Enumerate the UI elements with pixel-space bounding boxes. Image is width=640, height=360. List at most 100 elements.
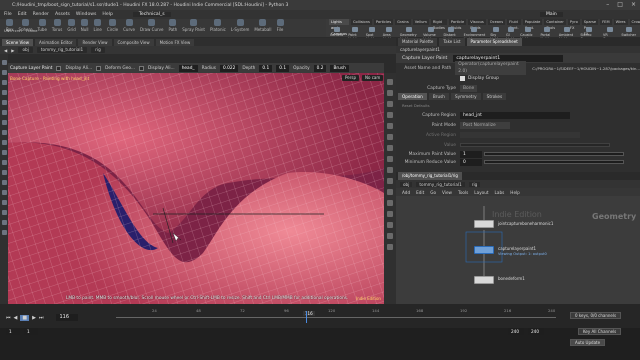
main-label[interactable]: Main — [540, 12, 563, 17]
viewport-tool-icon[interactable] — [1, 110, 7, 115]
tab-animation-editor[interactable]: Animation Editor — [34, 38, 77, 46]
shelf-item-frame[interactable]: Frame — [26, 29, 37, 33]
shelf-tool-platonic[interactable]: Platonic — [210, 19, 226, 32]
shelf-tool-l-system[interactable]: L-System — [231, 19, 249, 32]
param-breadcrumb[interactable]: capturelayerpaint1 — [400, 47, 440, 52]
viewport-tool-icon[interactable] — [1, 180, 7, 185]
viewport-tool-icon[interactable] — [1, 80, 7, 85]
camera-menu[interactable]: No cam — [362, 75, 384, 81]
viewport-render[interactable] — [8, 73, 384, 304]
play-icon[interactable]: ▶ — [32, 315, 36, 321]
shelf-tab-particle-fluids[interactable]: Particle Fluids — [448, 19, 467, 30]
display-option-icon[interactable] — [387, 90, 393, 96]
subtab-brush[interactable]: Brush — [428, 93, 449, 100]
menu-file[interactable]: File — [4, 12, 12, 17]
shelf-item-uns-crv[interactable]: UNS+crv — [4, 29, 20, 33]
shelf-tool-draw-curve[interactable]: Draw Curve — [140, 19, 163, 32]
tab-composite-view[interactable]: Composite View — [113, 38, 154, 46]
minimize-icon[interactable]: – — [606, 1, 609, 8]
viewport-tool-icon[interactable] — [1, 170, 7, 175]
frame-field[interactable]: 116 — [56, 314, 79, 321]
subtab-operation[interactable]: Operation — [398, 93, 427, 100]
menu-render[interactable]: Render — [33, 12, 49, 17]
min-reduce-field[interactable]: 0 — [460, 158, 482, 166]
viewport-tool-icon[interactable] — [1, 130, 7, 135]
tab-render-view[interactable]: Render View — [78, 38, 112, 46]
radius-field[interactable]: 0.022 — [220, 64, 239, 72]
reset-defaults[interactable]: Reset Defaults — [402, 103, 430, 108]
shelf-tab-vellum[interactable]: Vellum — [412, 19, 429, 25]
display-option-icon[interactable] — [387, 189, 393, 195]
display-option-icon[interactable] — [387, 123, 393, 129]
deform-geo-checkbox[interactable] — [96, 65, 102, 71]
shelf-tab-populate-cont[interactable]: Populate Cont. — [522, 19, 543, 30]
display-option-icon[interactable] — [387, 79, 393, 85]
display-ali2-checkbox[interactable] — [139, 65, 145, 71]
shelf-tool-line[interactable]: Line — [94, 19, 102, 32]
shelf-tool-torus[interactable]: Torus — [52, 19, 62, 32]
display-option-icon[interactable] — [387, 178, 393, 184]
shelf-tab-sparse-pyro-fx[interactable]: Sparse Pyro FX — [581, 19, 599, 36]
shelf-tool-file[interactable]: File — [276, 19, 284, 32]
param-tab-material-palette[interactable]: Material Palette — [398, 38, 438, 46]
viewport-tool-icon[interactable] — [1, 150, 7, 155]
step-back-icon[interactable]: ◀ — [14, 315, 18, 321]
depth-field-b[interactable]: 0.1 — [276, 64, 290, 72]
range-start-field[interactable]: 1 — [6, 328, 20, 335]
display-option-icon[interactable] — [387, 233, 393, 239]
active-region-field[interactable] — [460, 132, 580, 138]
viewport-tool-icon[interactable] — [1, 90, 7, 95]
paint-mode-select[interactable]: Post Normalize — [460, 121, 510, 129]
desktop-select[interactable]: Technical_s — [132, 12, 171, 17]
menu-edit[interactable]: Edit — [18, 12, 27, 17]
forward-icon[interactable]: ▶ — [11, 48, 14, 53]
tab-motion-fx-view[interactable]: Motion FX View — [155, 38, 195, 46]
timeline-marker[interactable]: 116 — [303, 311, 315, 316]
shelf-tab-fluid-cont[interactable]: Fluid Cont. — [507, 19, 521, 30]
capture-type-select[interactable]: Bone — [460, 84, 478, 92]
display-option-icon[interactable] — [387, 200, 393, 206]
shelf-tool-circle[interactable]: Circle — [107, 19, 118, 32]
timeline-playhead[interactable] — [306, 311, 307, 323]
shelf-tab-rigid-bodies[interactable]: Rigid Bodies — [430, 19, 447, 30]
shelf-tab-wires[interactable]: Wires — [613, 19, 628, 25]
max-paint-slider[interactable] — [484, 152, 624, 156]
viewport-tool-icon[interactable] — [1, 140, 7, 145]
capture-region-input[interactable]: head_jnt — [460, 111, 570, 119]
shelf-tab-lights-and-cameras[interactable]: Lights and Cameras — [329, 19, 349, 36]
range-end-field[interactable]: 240 — [508, 328, 524, 335]
subtab-symmetry[interactable]: Symmetry — [450, 93, 481, 100]
display-option-icon[interactable] — [387, 145, 393, 151]
display-option-icon[interactable] — [387, 112, 393, 118]
display-ali-checkbox[interactable] — [56, 65, 62, 71]
key-all-button[interactable]: Key All Channels — [578, 328, 622, 335]
viewport-tool-icon[interactable] — [1, 160, 7, 165]
display-group-checkbox[interactable] — [460, 75, 465, 81]
range-end-field-2[interactable]: 240 — [528, 328, 544, 335]
range-start-field-2[interactable]: 1 — [24, 328, 38, 335]
display-option-icon[interactable] — [387, 101, 393, 107]
viewport-tool-icon[interactable] — [1, 70, 7, 75]
asset-value[interactable]: Operator(capturelayerpaint 2.0) — [455, 61, 527, 75]
shelf-tool-null[interactable]: Null — [81, 19, 89, 32]
display-option-icon[interactable] — [387, 211, 393, 217]
shelf-tab-oceans[interactable]: Oceans — [487, 19, 506, 25]
path-rig-tutorial[interactable]: tommy_rig_tutorial1 — [36, 47, 88, 53]
jump-end-icon[interactable]: ⏭ — [39, 315, 44, 321]
scene-viewport[interactable] — [8, 73, 384, 304]
stop-icon[interactable]: ■ — [20, 314, 30, 321]
opacity-field[interactable]: 0.2 — [313, 64, 327, 72]
shelf-tab-viscous-fluids[interactable]: Viscous Fluids — [468, 19, 486, 30]
menu-help[interactable]: Help — [102, 12, 112, 17]
subtab-strokes[interactable]: Strokes — [482, 93, 507, 100]
viewport-tool-icon[interactable] — [1, 60, 7, 65]
display-option-icon[interactable] — [387, 244, 393, 250]
depth-field-a[interactable]: 0.1 — [259, 64, 273, 72]
back-icon[interactable]: ◀ — [4, 48, 7, 53]
close-icon[interactable]: × — [631, 1, 636, 8]
display-option-icon[interactable] — [387, 222, 393, 228]
shelf-tab-fem[interactable]: FEM — [600, 19, 612, 25]
param-tab-parameter-spreadsheet[interactable]: Parameter Spreadsheet — [466, 38, 522, 46]
keys-channels-label[interactable]: 0 keys, 0/0 channels — [570, 312, 622, 319]
timeline-track[interactable] — [116, 317, 556, 318]
